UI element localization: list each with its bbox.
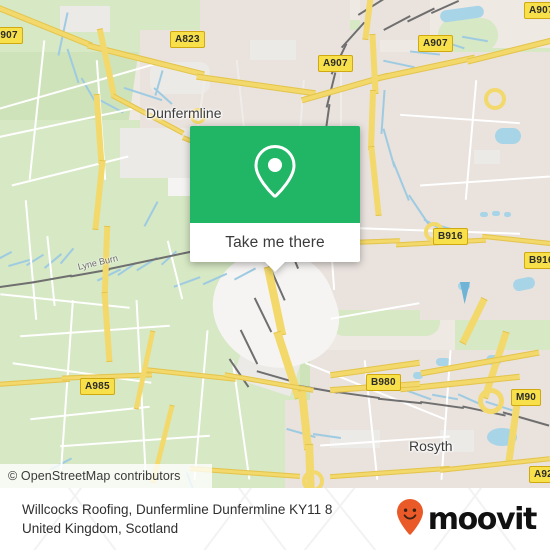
road-shield: B916 bbox=[524, 252, 550, 269]
osm-attribution-text: © OpenStreetMap contributors bbox=[8, 469, 181, 483]
road-shield: A907 bbox=[524, 2, 550, 19]
road-shield: A985 bbox=[80, 378, 115, 395]
popup-tail-pointer bbox=[265, 262, 285, 272]
footer-content: Willcocks Roofing, Dunfermline Dunfermli… bbox=[0, 488, 550, 550]
take-me-there-label: Take me there bbox=[225, 233, 325, 251]
map-canvas[interactable]: Lyne Burn Dunfermline Rosyth A907 A823 A… bbox=[0, 0, 550, 488]
road-shield: A823 bbox=[170, 31, 205, 48]
moovit-wordmark: moovit bbox=[427, 501, 538, 537]
road-shield: B980 bbox=[366, 374, 401, 391]
moovit-smiley-pin-icon bbox=[395, 498, 425, 541]
road-shield: A907 bbox=[418, 35, 453, 52]
address-line-1: Willcocks Roofing, Dunfermline Dunfermli… bbox=[22, 502, 333, 517]
map-screenshot: Lyne Burn Dunfermline Rosyth A907 A823 A… bbox=[0, 0, 550, 550]
location-address: Willcocks Roofing, Dunfermline Dunfermli… bbox=[22, 500, 395, 538]
road-shield: B916 bbox=[433, 228, 468, 245]
location-popup[interactable]: Take me there bbox=[190, 126, 360, 272]
map-pin-icon bbox=[252, 143, 298, 206]
road-shield: A907 bbox=[0, 27, 23, 44]
footer-bar: Willcocks Roofing, Dunfermline Dunfermli… bbox=[0, 488, 550, 550]
road-shield: A907 bbox=[318, 55, 353, 72]
popup-footer[interactable]: Take me there bbox=[190, 223, 360, 272]
address-line-2: United Kingdom, Scotland bbox=[22, 521, 179, 536]
osm-attribution[interactable]: © OpenStreetMap contributors bbox=[0, 464, 212, 488]
road-shield: M90 bbox=[511, 389, 542, 406]
popup-header bbox=[190, 126, 360, 223]
moovit-brand[interactable]: moovit bbox=[395, 498, 540, 541]
road-shield: A92 bbox=[529, 466, 550, 483]
